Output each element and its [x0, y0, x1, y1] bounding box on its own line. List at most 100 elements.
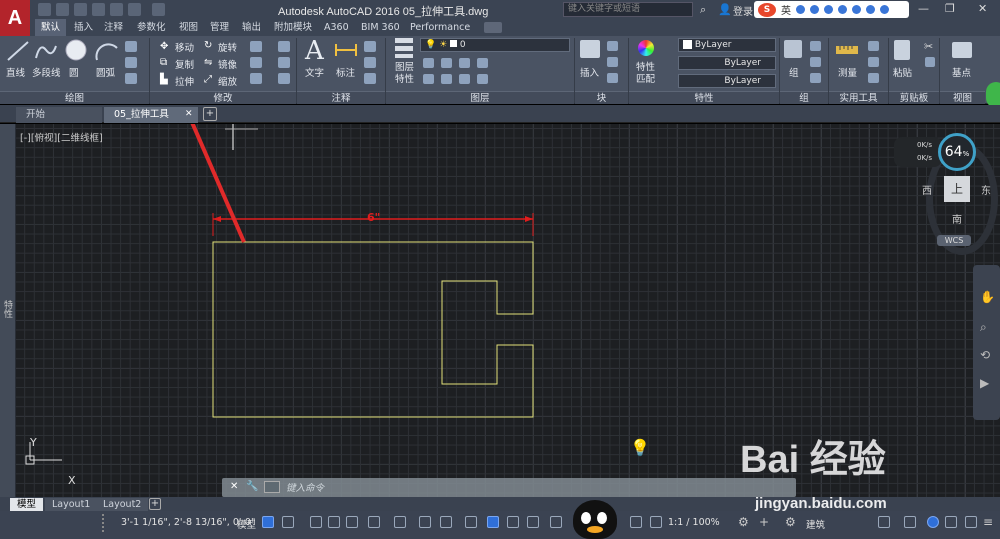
- dimension-icon[interactable]: [334, 40, 358, 60]
- selection-cycling-icon[interactable]: [487, 516, 499, 528]
- match-layer-icon[interactable]: [441, 74, 452, 84]
- punctuation-icon[interactable]: [810, 5, 819, 14]
- command-input[interactable]: 键入命令: [286, 480, 324, 494]
- linear-dim-icon[interactable]: [364, 41, 376, 52]
- redo-icon[interactable]: [152, 3, 165, 16]
- draw-panel-title[interactable]: 绘图: [0, 91, 149, 104]
- selection-filter-icon[interactable]: [550, 516, 562, 528]
- mirror-button[interactable]: 镜像: [218, 57, 237, 71]
- insert-block-icon[interactable]: [580, 40, 600, 58]
- tab-annotate[interactable]: 注释: [98, 19, 129, 36]
- tab-bim360[interactable]: BIM 360: [355, 19, 406, 36]
- add-icon[interactable]: +: [759, 515, 769, 529]
- layers-panel-title[interactable]: 图层: [386, 91, 574, 104]
- tab-output[interactable]: 输出: [236, 19, 267, 36]
- match-properties-button[interactable]: 特性 匹配: [636, 62, 655, 86]
- block-panel-title[interactable]: 块: [575, 91, 628, 104]
- stretch-icon[interactable]: ▙: [160, 74, 168, 85]
- edit-block-icon[interactable]: [607, 57, 618, 67]
- group-icon[interactable]: [784, 40, 802, 58]
- layer-walk-icon[interactable]: [477, 74, 488, 84]
- hatch-icon[interactable]: [125, 57, 137, 68]
- tab-default[interactable]: 默认: [35, 19, 67, 36]
- layer-freeze-icon[interactable]: [459, 58, 470, 68]
- new-file-icon[interactable]: [38, 3, 51, 16]
- new-tab-icon[interactable]: +: [203, 107, 217, 121]
- hardware-acceleration-icon[interactable]: [945, 516, 957, 528]
- utilities-panel-title[interactable]: 实用工具: [829, 91, 888, 104]
- workspace-gear-icon[interactable]: ⚙: [785, 515, 796, 529]
- transparency-icon[interactable]: [465, 516, 477, 528]
- paste-icon[interactable]: [894, 40, 910, 60]
- clean-screen-icon[interactable]: [965, 516, 977, 528]
- 3d-osnap-icon[interactable]: [507, 516, 519, 528]
- save-as-icon[interactable]: [92, 3, 105, 16]
- units-icon[interactable]: [904, 516, 916, 528]
- tab-layout1[interactable]: Layout1: [45, 498, 98, 511]
- text-icon[interactable]: A: [305, 36, 324, 66]
- base-view-icon[interactable]: [952, 42, 972, 58]
- copy-icon[interactable]: ⧉: [160, 57, 167, 68]
- view-panel-title[interactable]: 视图: [940, 91, 985, 104]
- minimize-icon[interactable]: —: [918, 2, 929, 15]
- group-button[interactable]: 组: [789, 65, 799, 79]
- grid-icon[interactable]: [866, 5, 875, 14]
- skin-icon[interactable]: [852, 5, 861, 14]
- modify-panel-title[interactable]: 修改: [150, 91, 296, 104]
- array-icon[interactable]: [250, 73, 262, 84]
- move-button[interactable]: 移动: [175, 40, 194, 54]
- microphone-icon[interactable]: [824, 5, 833, 14]
- auto-scale-icon[interactable]: [650, 516, 662, 528]
- table-icon[interactable]: [364, 73, 376, 84]
- tab-layout2[interactable]: Layout2: [96, 498, 149, 511]
- circle-icon[interactable]: [64, 38, 88, 62]
- text-button[interactable]: 文字: [305, 65, 324, 79]
- stretch-button[interactable]: 拉伸: [175, 74, 194, 88]
- measure-icon[interactable]: [835, 42, 859, 58]
- explode-icon[interactable]: [278, 57, 290, 68]
- boundary-icon[interactable]: [125, 73, 137, 84]
- tab-addins[interactable]: 附加模块: [268, 19, 318, 36]
- keyboard-icon[interactable]: [838, 5, 847, 14]
- annotation-scale[interactable]: 1:1 / 100%: [668, 517, 720, 528]
- grid-icon[interactable]: [262, 516, 274, 528]
- layer-off-icon[interactable]: [423, 58, 434, 68]
- group-select-icon[interactable]: [810, 73, 821, 83]
- workspace-switch[interactable]: 建筑: [806, 517, 825, 531]
- layer-dropdown[interactable]: 💡 ☀ 0: [420, 38, 570, 52]
- move-icon[interactable]: ✥: [160, 41, 168, 52]
- lineweight-icon[interactable]: [440, 516, 452, 528]
- tools-icon[interactable]: [880, 5, 889, 14]
- arc-icon[interactable]: [95, 40, 119, 62]
- user-icon[interactable]: 👤: [718, 3, 732, 16]
- base-view-button[interactable]: 基点: [952, 65, 971, 79]
- close-command-icon[interactable]: ✕: [230, 481, 238, 492]
- object-snap-icon[interactable]: [419, 516, 431, 528]
- tab-drawing[interactable]: 05_拉伸工具: [104, 107, 198, 123]
- isodraft-icon[interactable]: [368, 516, 380, 528]
- moon-icon[interactable]: [796, 5, 805, 14]
- tab-model[interactable]: 模型: [10, 498, 44, 511]
- cut-icon[interactable]: ✂: [924, 40, 933, 53]
- settings-gear-icon[interactable]: ⚙: [738, 515, 749, 529]
- draw-tool-label[interactable]: 多段线: [32, 65, 61, 79]
- group-edit-icon[interactable]: [810, 57, 821, 67]
- layer-lock-icon[interactable]: [477, 58, 488, 68]
- annotation-monitor-icon[interactable]: [878, 516, 890, 528]
- tab-insert[interactable]: 插入: [68, 19, 99, 36]
- id-point-icon[interactable]: [868, 73, 879, 83]
- cpu-gauge[interactable]: 64%: [938, 133, 976, 171]
- tab-manage[interactable]: 管理: [204, 19, 235, 36]
- close-icon[interactable]: ✕: [978, 2, 987, 15]
- isolate-objects-icon[interactable]: [927, 516, 939, 528]
- layer-isolate-icon[interactable]: [441, 58, 452, 68]
- search-input[interactable]: 键入关键字或短语: [563, 2, 693, 17]
- draw-tool-label[interactable]: 圆弧: [96, 65, 115, 79]
- tab-a360[interactable]: A360: [318, 19, 355, 36]
- lineweight-dropdown[interactable]: ByLayer: [678, 74, 776, 88]
- tab-parametric[interactable]: 参数化: [131, 19, 172, 36]
- match-properties-icon[interactable]: [638, 40, 654, 56]
- viewcube-top[interactable]: 上: [944, 176, 970, 202]
- save-icon[interactable]: [74, 3, 87, 16]
- navigation-bar[interactable]: [973, 265, 1000, 420]
